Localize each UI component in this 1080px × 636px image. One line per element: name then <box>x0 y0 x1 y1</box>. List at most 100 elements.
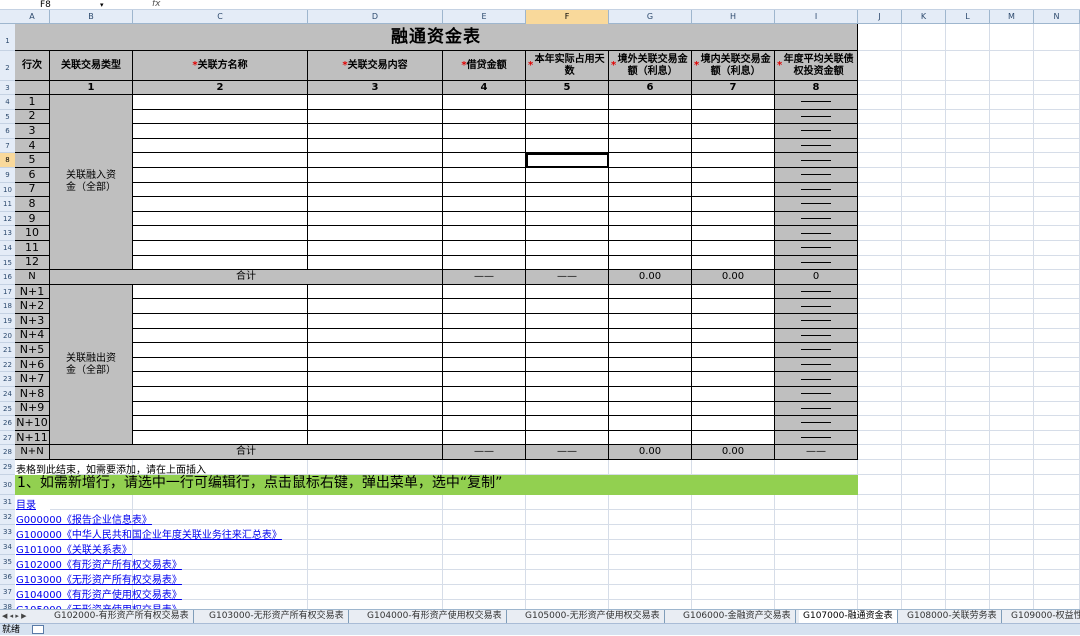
grid-cell[interactable] <box>990 539 1034 555</box>
grid-cell[interactable] <box>1034 524 1080 540</box>
sheet-link[interactable]: G100000《中华人民共和国企业年度关联业务往来汇总表》 <box>16 526 282 541</box>
grid-cell[interactable] <box>775 584 858 600</box>
input-cell[interactable] <box>133 226 308 241</box>
input-cell[interactable] <box>609 430 692 446</box>
column-header[interactable]: N <box>1034 10 1080 24</box>
input-cell[interactable] <box>133 284 308 300</box>
row-header[interactable]: 26 <box>0 416 15 431</box>
input-cell[interactable] <box>609 401 692 417</box>
input-cell[interactable] <box>692 387 775 402</box>
grid-cell[interactable] <box>902 524 946 540</box>
input-cell[interactable] <box>609 387 692 402</box>
column-header[interactable]: A <box>15 10 50 24</box>
input-cell[interactable] <box>308 241 443 256</box>
sheet-link[interactable]: G101000《关联关系表》 <box>16 541 132 556</box>
grid-cell[interactable] <box>902 474 946 495</box>
grid-cell[interactable] <box>990 226 1034 241</box>
grid-cell[interactable] <box>902 241 946 256</box>
input-cell[interactable] <box>133 372 308 387</box>
grid-cell[interactable] <box>902 182 946 198</box>
grid-cell[interactable] <box>902 387 946 402</box>
grid-cell[interactable] <box>990 81 1034 95</box>
grid-cell[interactable] <box>1034 255 1080 271</box>
input-cell[interactable] <box>609 343 692 358</box>
input-cell[interactable] <box>692 372 775 387</box>
grid-cell[interactable] <box>946 81 990 95</box>
grid-cell[interactable] <box>990 401 1034 417</box>
grid-cell[interactable] <box>990 509 1034 525</box>
input-cell[interactable] <box>692 416 775 431</box>
grid-cell[interactable] <box>858 138 902 154</box>
grid-cell[interactable] <box>858 124 902 139</box>
grid-cell[interactable] <box>308 539 443 555</box>
grid-cell[interactable] <box>1034 474 1080 495</box>
sheet-tab[interactable]: G107000-融通资金表 <box>799 610 898 623</box>
input-cell[interactable] <box>692 314 775 329</box>
grid-cell[interactable] <box>990 357 1034 373</box>
grid-cell[interactable] <box>858 109 902 125</box>
row-header[interactable]: 20 <box>0 328 15 344</box>
grid-cell[interactable] <box>858 241 902 256</box>
grid-cell[interactable] <box>990 51 1034 81</box>
row-header[interactable]: 25 <box>0 401 15 417</box>
row-header[interactable]: 14 <box>0 241 15 256</box>
grid-cell[interactable] <box>902 24 946 51</box>
grid-cell[interactable] <box>990 343 1034 358</box>
input-cell[interactable] <box>133 109 308 125</box>
grid-cell[interactable] <box>990 138 1034 154</box>
grid-cell[interactable] <box>775 539 858 555</box>
grid-cell[interactable] <box>946 328 990 344</box>
grid-cell[interactable] <box>946 314 990 329</box>
grid-cell[interactable] <box>1034 554 1080 570</box>
input-cell[interactable] <box>526 226 609 241</box>
input-cell[interactable] <box>692 255 775 271</box>
input-cell[interactable] <box>443 357 526 373</box>
grid-cell[interactable] <box>526 494 609 510</box>
grid-cell[interactable] <box>858 445 902 460</box>
grid-cell[interactable] <box>1034 539 1080 555</box>
input-cell[interactable] <box>443 255 526 271</box>
grid-cell[interactable] <box>858 24 902 51</box>
input-cell[interactable] <box>609 299 692 314</box>
row-header[interactable]: 3 <box>0 81 15 95</box>
grid-cell[interactable] <box>946 416 990 431</box>
grid-cell[interactable] <box>990 153 1034 168</box>
grid-cell[interactable] <box>692 509 775 525</box>
sheet-tab[interactable]: G106000-金融资产交易表 <box>679 610 796 623</box>
input-cell[interactable] <box>609 241 692 256</box>
grid-cell[interactable] <box>990 474 1034 495</box>
grid-cell[interactable] <box>133 494 308 510</box>
grid-cell[interactable] <box>1034 109 1080 125</box>
grid-cell[interactable] <box>990 372 1034 387</box>
grid-cell[interactable] <box>1034 299 1080 314</box>
grid-cell[interactable] <box>858 211 902 227</box>
grid-cell[interactable] <box>902 81 946 95</box>
input-cell[interactable] <box>133 197 308 212</box>
grid-cell[interactable] <box>946 430 990 446</box>
grid-cell[interactable] <box>946 211 990 227</box>
grid-cell[interactable] <box>1034 182 1080 198</box>
grid-cell[interactable] <box>526 509 609 525</box>
input-cell[interactable] <box>133 387 308 402</box>
grid-cell[interactable] <box>1034 24 1080 51</box>
grid-cell[interactable] <box>775 494 858 510</box>
grid-cell[interactable] <box>50 494 133 510</box>
sheet-link[interactable]: G104000《有形资产使用权交易表》 <box>16 586 182 601</box>
grid-cell[interactable] <box>902 95 946 110</box>
grid-cell[interactable] <box>609 524 692 540</box>
input-cell[interactable] <box>308 124 443 139</box>
input-cell[interactable] <box>692 430 775 446</box>
input-cell[interactable] <box>609 138 692 154</box>
grid-cell[interactable] <box>1034 51 1080 81</box>
input-cell[interactable] <box>133 124 308 139</box>
input-cell[interactable] <box>526 182 609 198</box>
grid-cell[interactable] <box>990 124 1034 139</box>
input-cell[interactable] <box>609 372 692 387</box>
grid-cell[interactable] <box>775 554 858 570</box>
input-cell[interactable] <box>692 168 775 183</box>
input-cell[interactable] <box>443 314 526 329</box>
input-cell[interactable] <box>609 328 692 344</box>
grid-cell[interactable] <box>902 357 946 373</box>
input-cell[interactable] <box>133 299 308 314</box>
row-header[interactable]: 29 <box>0 460 15 475</box>
